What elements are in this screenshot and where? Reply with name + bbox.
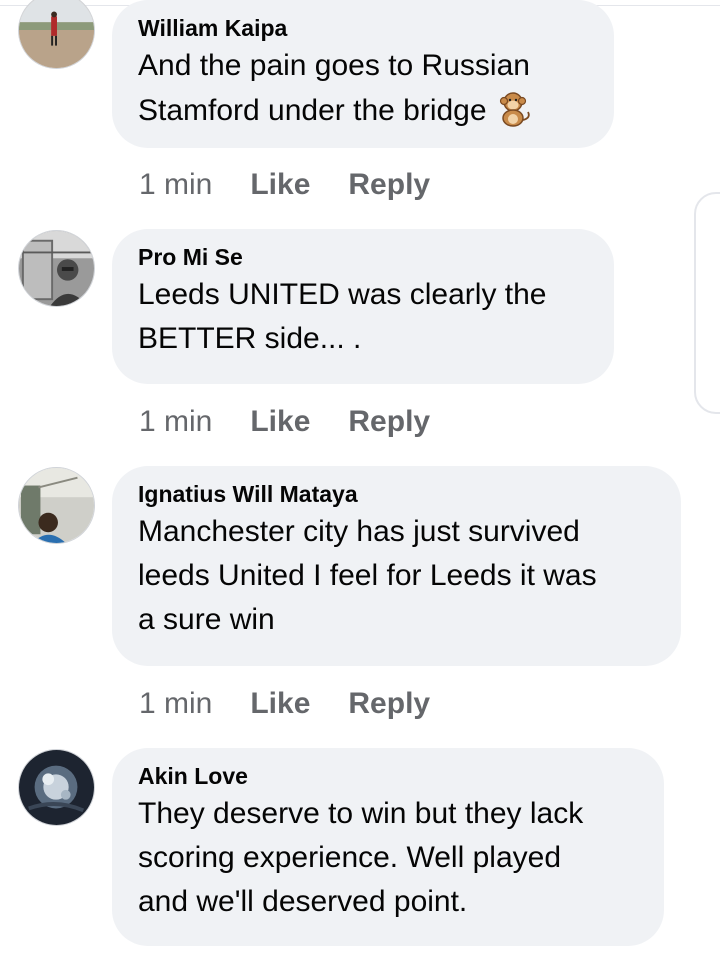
monkey-icon [493,88,533,128]
like-button[interactable]: Like [250,402,310,442]
comment-bubble: Pro Mi Se Leeds UNITED was clearly the B… [112,229,614,384]
comment-bubble: Ignatius Will Mataya Manchester city has… [112,466,681,666]
like-button[interactable]: Like [250,684,310,724]
reply-button[interactable]: Reply [348,684,430,724]
comment-text-line: and we'll deserved point. [138,885,468,918]
comment-timestamp[interactable]: 1 min [139,684,212,724]
avatar-photo-abstract [19,750,94,825]
comment-text-line: Manchester city has just survived [138,515,580,548]
comment-text-line: They deserve to win but they lack [138,797,584,830]
comment-text-line: And the pain goes to Russian [138,49,530,82]
comment-bubble: Akin Love They deserve to win but they l… [112,748,664,946]
comment-author[interactable]: Ignatius Will Mataya [138,478,655,510]
comments-page: William Kaipa And the pain goes to Russi… [0,0,720,970]
comment-actions: 1 min Like Reply [139,402,430,442]
comment-bubble: William Kaipa And the pain goes to Russi… [112,0,614,148]
comment-actions: 1 min Like Reply [139,684,430,724]
avatar-photo-portrait [19,231,94,306]
comment-text-line: leeds United I feel for Leeds it was [138,559,597,592]
reply-button[interactable]: Reply [348,165,430,205]
comment-author[interactable]: Pro Mi Se [138,241,588,273]
comment-text-line: BETTER side... . [138,322,362,355]
comment-timestamp[interactable]: 1 min [139,165,212,205]
comment-text-line-content: Stamford under the bridge [138,94,487,127]
reply-button[interactable]: Reply [348,402,430,442]
avatar-photo-outdoor [19,0,94,68]
comment-text-line: Stamford under the bridge [138,88,588,133]
comment-text-line: a sure win [138,603,275,636]
avatar[interactable] [18,467,95,544]
comment-author[interactable]: William Kaipa [138,12,588,44]
comment-actions: 1 min Like Reply [139,165,430,205]
avatar-photo-indoor [19,468,94,543]
comment-text-line: scoring experience. Well played [138,841,562,874]
avatar[interactable] [18,749,95,826]
comment-timestamp[interactable]: 1 min [139,402,212,442]
avatar[interactable] [18,230,95,307]
side-panel-edge [694,192,720,414]
like-button[interactable]: Like [250,165,310,205]
avatar[interactable] [18,0,95,69]
comment-author[interactable]: Akin Love [138,760,638,792]
comment-text-line: Leeds UNITED was clearly the [138,278,547,311]
